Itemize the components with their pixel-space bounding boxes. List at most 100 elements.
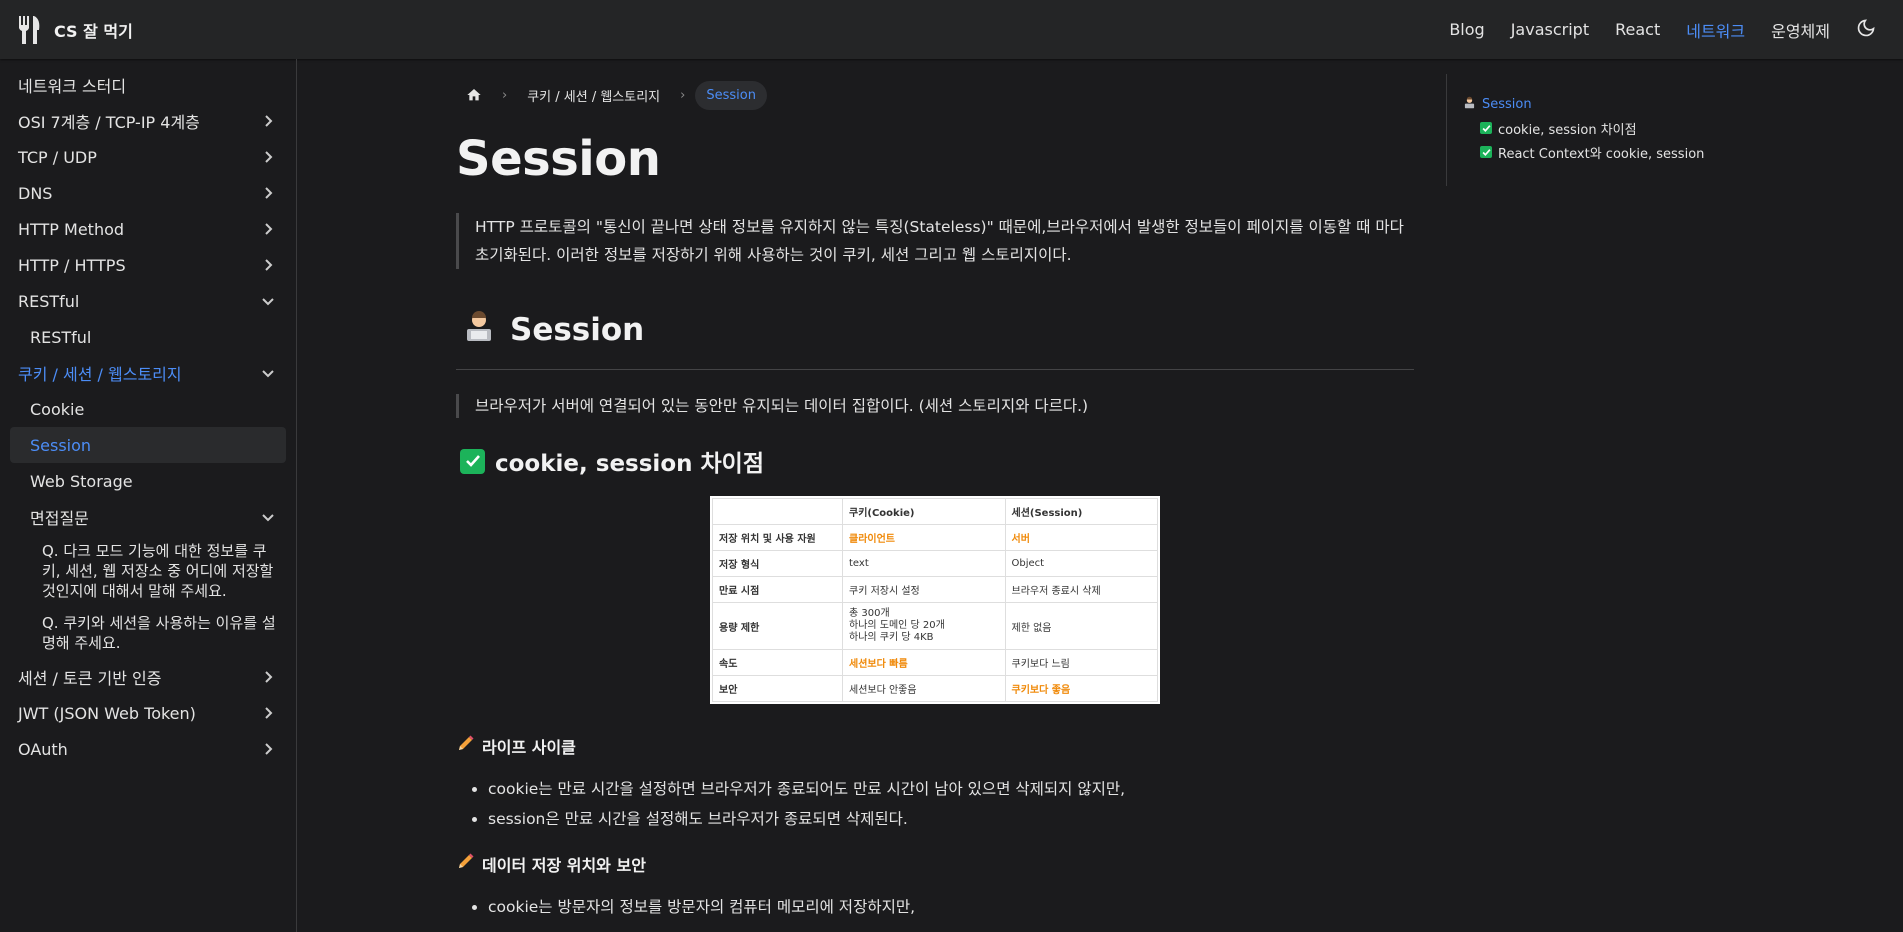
- sidebar-item-cookie-session-category[interactable]: 쿠키 / 세션 / 웹스토리지: [10, 355, 286, 391]
- table-row: 쿠키(Cookie) 세션(Session): [712, 498, 1158, 525]
- sidebar-item-http-method[interactable]: HTTP Method: [10, 211, 286, 247]
- chevron-right-icon[interactable]: [258, 111, 278, 131]
- sidebar-item-restful-category[interactable]: RESTful: [10, 283, 286, 319]
- toc-link-cookie-session-diff[interactable]: cookie, session 차이점: [1463, 116, 1706, 140]
- table-cell: 클라이언트: [842, 524, 1006, 551]
- table-cell: 서버: [1004, 524, 1158, 551]
- technologist-emoji-icon: [1463, 96, 1476, 113]
- comparison-table: 쿠키(Cookie) 세션(Session) 저장 위치 및 사용 자원 클라이…: [712, 498, 1158, 702]
- storage-list: cookie는 방문자의 정보를 방문자의 컴퓨터 메모리에 저장하지만,: [456, 892, 1414, 922]
- sidebar-item-interview[interactable]: 면접질문: [10, 499, 286, 535]
- sidebar-item-label: 네트워크 스터디: [18, 77, 127, 96]
- breadcrumb-current: Session: [695, 80, 767, 110]
- table-row: 속도 세션보다 빠름 쿠키보다 느림: [712, 649, 1158, 676]
- moon-icon: [1856, 18, 1876, 41]
- sidebar-item-label: Session: [30, 435, 92, 455]
- chevron-down-icon[interactable]: [258, 507, 278, 527]
- toc-link-session[interactable]: Session: [1463, 92, 1706, 116]
- list-item: cookie는 방문자의 정보를 방문자의 컴퓨터 메모리에 저장하지만,: [488, 892, 1414, 922]
- sidebar-item-http-https[interactable]: HTTP / HTTPS: [10, 247, 286, 283]
- table-cell: 세션보다 빠름: [842, 649, 1006, 676]
- site-title: CS 잘 먹기: [54, 21, 133, 41]
- storage-heading-text: 데이터 저장 위치와 보안: [482, 856, 646, 875]
- table-cell: 세션보다 안좋음: [842, 675, 1006, 702]
- sidebar-item-oauth[interactable]: OAuth: [10, 731, 286, 767]
- lifecycle-list: cookie는 만료 시간을 설정하면 브라우저가 종료되어도 만료 시간이 남…: [456, 774, 1414, 834]
- brand-link[interactable]: CS 잘 먹기: [18, 15, 133, 45]
- breadcrumb-separator: ›: [502, 87, 508, 103]
- section-quote: 브라우저가 서버에 연결되어 있는 동안만 유지되는 데이터 집합이다. (세션…: [456, 394, 1414, 418]
- table-row: 용량 제한 총 300개 하나의 도메인 당 20개 하나의 쿠키 당 4KB …: [712, 602, 1158, 650]
- chevron-right-icon[interactable]: [258, 703, 278, 723]
- fork-knife-icon: [18, 15, 42, 45]
- sidebar-item-label: 면접질문: [30, 509, 89, 528]
- toc-link-text: Session: [1482, 96, 1532, 112]
- nav-link-blog[interactable]: Blog: [1436, 20, 1497, 39]
- breadcrumb-parent-link[interactable]: 쿠키 / 세션 / 웹스토리지: [517, 86, 670, 105]
- chevron-right-icon[interactable]: [258, 147, 278, 167]
- sidebar-item-network-study[interactable]: 네트워크 스터디: [10, 67, 286, 103]
- subsection-heading-text: cookie, session 차이점: [495, 451, 764, 477]
- table-cell: 브라우저 종료시 삭제: [1004, 576, 1158, 603]
- theme-toggle-button[interactable]: [1847, 11, 1885, 49]
- toc-link-text: React Context와 cookie, session: [1498, 146, 1705, 162]
- chevron-right-icon[interactable]: [258, 255, 278, 275]
- sidebar-item-label: RESTful: [30, 327, 92, 347]
- chevron-right-icon[interactable]: [258, 739, 278, 759]
- nav-link-network[interactable]: 네트워크: [1673, 18, 1758, 42]
- home-icon[interactable]: [456, 79, 492, 111]
- sidebar-item-dns[interactable]: DNS: [10, 175, 286, 211]
- nav-links: Blog Javascript React 네트워크 운영체제: [1436, 11, 1885, 49]
- sidebar-item-label: HTTP / HTTPS: [18, 255, 126, 275]
- sidebar-item-jwt[interactable]: JWT (JSON Web Token): [10, 695, 286, 731]
- chevron-down-icon[interactable]: [258, 363, 278, 383]
- check-mark-icon: [1480, 122, 1492, 134]
- intro-quote: HTTP 프로토콜의 "통신이 끝나면 상태 정보를 유지하지 않는 특징(St…: [456, 213, 1414, 269]
- table-row: 저장 위치 및 사용 자원 클라이언트 서버: [712, 524, 1158, 551]
- pencil-icon: [456, 735, 474, 757]
- sidebar-item-label: OSI 7계층 / TCP-IP 4계층: [18, 113, 200, 132]
- top-navbar: CS 잘 먹기 Blog Javascript React 네트워크 운영체제: [0, 0, 1903, 59]
- table-cell: 총 300개 하나의 도메인 당 20개 하나의 쿠키 당 4KB: [842, 602, 1006, 650]
- sidebar-item-restful[interactable]: RESTful: [10, 319, 286, 355]
- sidebar-item-session[interactable]: Session: [10, 427, 286, 463]
- toc-link-react-context[interactable]: React Context와 cookie, session: [1463, 140, 1706, 164]
- sidebar-item-question-dark-mode[interactable]: Q. 다크 모드 기능에 대한 정보를 쿠키, 세션, 웹 저장소 중 어디에 …: [10, 535, 286, 607]
- lifecycle-heading: 라이프 사이클: [456, 734, 1414, 758]
- sidebar-item-session-token-auth[interactable]: 세션 / 토큰 기반 인증: [10, 659, 286, 695]
- sidebar-item-osi[interactable]: OSI 7계층 / TCP-IP 4계층: [10, 103, 286, 139]
- table-cell: 쿠키보다 좋음: [1004, 675, 1158, 702]
- docs-sidebar: 네트워크 스터디 OSI 7계층 / TCP-IP 4계층 TCP / UDP …: [0, 59, 297, 932]
- sidebar-item-label: JWT (JSON Web Token): [18, 703, 196, 723]
- check-mark-icon: [460, 448, 485, 474]
- check-mark-icon: [1480, 146, 1492, 158]
- sidebar-item-label: 쿠키 / 세션 / 웹스토리지: [18, 365, 182, 384]
- chevron-right-icon[interactable]: [258, 219, 278, 239]
- sidebar-item-web-storage[interactable]: Web Storage: [10, 463, 286, 499]
- chevron-down-icon[interactable]: [258, 291, 278, 311]
- sidebar-item-label: TCP / UDP: [18, 147, 97, 167]
- nav-link-os[interactable]: 운영체제: [1758, 18, 1843, 42]
- table-cell: 보안: [712, 675, 843, 702]
- sidebar-item-label: OAuth: [18, 739, 68, 759]
- sidebar-item-tcp-udp[interactable]: TCP / UDP: [10, 139, 286, 175]
- sidebar-item-label: Web Storage: [30, 471, 133, 491]
- sidebar-item-label: RESTful: [18, 291, 80, 311]
- table-row: 만료 시점 쿠키 저장시 설정 브라우저 종료시 삭제: [712, 576, 1158, 603]
- nav-link-react[interactable]: React: [1602, 20, 1673, 39]
- sidebar-item-label: Q. 쿠키와 세션을 사용하는 이유를 설명해 주세요.: [42, 614, 276, 652]
- table-header-cell: [712, 498, 843, 525]
- table-cell: 속도: [712, 649, 843, 676]
- sidebar-item-question-cookie-session[interactable]: Q. 쿠키와 세션을 사용하는 이유를 설명해 주세요.: [10, 607, 286, 659]
- doc-content: › 쿠키 / 세션 / 웹스토리지 › Session Session HTTP…: [456, 59, 1414, 922]
- chevron-right-icon[interactable]: [258, 667, 278, 687]
- sidebar-item-cookie[interactable]: Cookie: [10, 391, 286, 427]
- section-heading-session: Session: [456, 309, 1414, 370]
- nav-link-javascript[interactable]: Javascript: [1498, 20, 1602, 39]
- chevron-right-icon[interactable]: [258, 183, 278, 203]
- table-row: 저장 형식 text Object: [712, 550, 1158, 577]
- toc-link-text: cookie, session 차이점: [1498, 122, 1637, 138]
- sidebar-item-label: HTTP Method: [18, 219, 125, 239]
- sidebar-item-label: 세션 / 토큰 기반 인증: [18, 669, 162, 688]
- pencil-icon: [456, 853, 474, 875]
